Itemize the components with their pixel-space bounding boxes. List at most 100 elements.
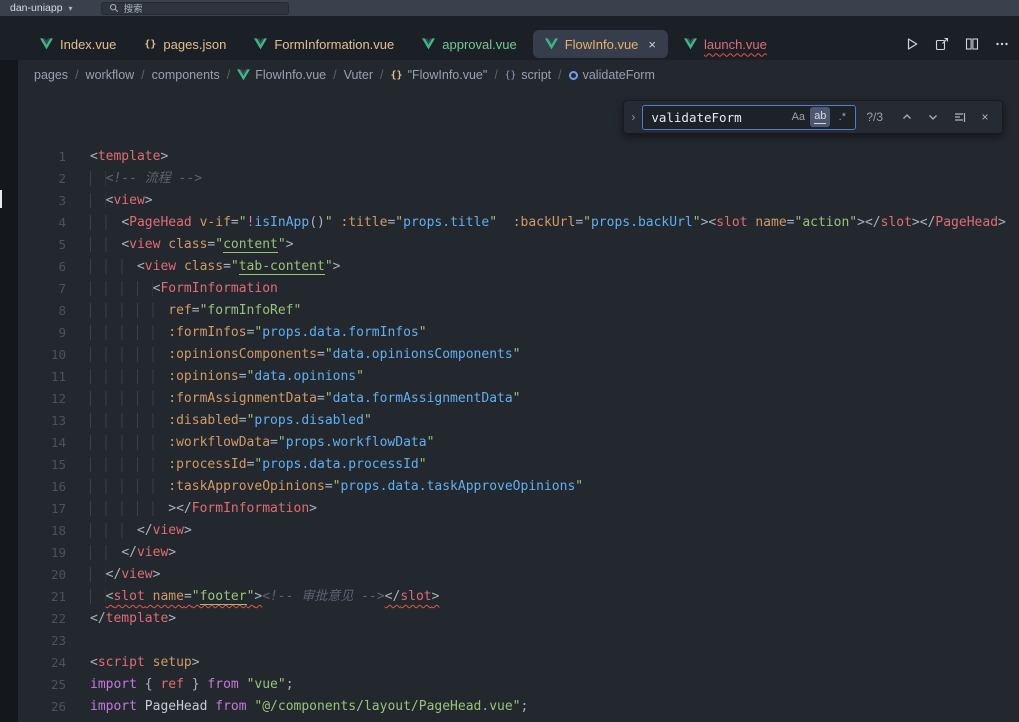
breadcrumb-item-pages[interactable]: pages [34,68,68,82]
code-line-20[interactable]: 20 </view> [18,564,1019,586]
code-line-11[interactable]: 11 :opinions="data.opinions" [18,366,1019,388]
json-braces-icon: {} [391,70,403,81]
search-icon [109,3,119,13]
code-line-19[interactable]: 19 </view> [18,542,1019,564]
breadcrumb-label: "FlowInfo.vue" [408,68,488,82]
line-number[interactable]: 22 [18,608,66,630]
regex-button[interactable]: .* [832,107,852,127]
line-number[interactable]: 1 [18,146,66,168]
toggle-replace-button[interactable]: › [624,101,642,133]
code-line-13[interactable]: 13 :disabled="props.disabled" [18,410,1019,432]
find-in-selection-button[interactable] [948,106,970,128]
tab-forminformation-vue[interactable]: FormInformation.vue [242,30,406,58]
line-number[interactable]: 2 [18,168,66,190]
line-number[interactable]: 20 [18,564,66,586]
tab-approval-vue[interactable]: approval.vue [410,30,528,58]
tab-close-icon[interactable]: × [648,37,656,52]
line-number[interactable]: 5 [18,234,66,256]
code-line-25[interactable]: 25import { ref } from "vue"; [18,674,1019,696]
line-number[interactable]: 26 [18,696,66,718]
tab-label: approval.vue [442,37,516,52]
code-line-4[interactable]: 4 <PageHead v-if="!isInApp()" :title="pr… [18,212,1019,234]
code-line-8[interactable]: 8 ref="formInfoRef" [18,300,1019,322]
global-search-box[interactable]: 搜索 [101,2,289,15]
find-widget: › validateForm Aa ab .* ?/3 [623,100,1003,134]
split-editor-button[interactable] [965,37,979,51]
line-number[interactable]: 6 [18,256,66,278]
line-number[interactable]: 4 [18,212,66,234]
line-number[interactable]: 12 [18,388,66,410]
find-next-button[interactable] [922,106,944,128]
line-number[interactable]: 3 [18,190,66,212]
match-case-button[interactable]: Aa [788,107,808,127]
vue-icon [237,69,250,81]
breadcrumb-item-validateform[interactable]: validateForm [569,68,655,82]
line-number[interactable]: 21 [18,586,66,608]
breadcrumb-label: Vuter [344,68,373,82]
breadcrumb-item-workflow[interactable]: workflow [86,68,135,82]
line-number[interactable]: 16 [18,476,66,498]
find-input[interactable]: validateForm Aa ab .* [642,105,856,130]
find-query-text: validateForm [651,110,788,125]
breadcrumb-separator: / [141,68,144,82]
code-line-9[interactable]: 9 :formInfos="props.data.formInfos" [18,322,1019,344]
code-line-6[interactable]: 6 <view class="tab-content"> [18,256,1019,278]
whole-word-button[interactable]: ab [810,107,830,127]
json-braces-icon: {} [144,39,156,50]
line-number[interactable]: 7 [18,278,66,300]
code-line-3[interactable]: 3 <view> [18,190,1019,212]
tab-label: Index.vue [60,37,116,52]
breadcrumb-separator: / [558,68,561,82]
line-number[interactable]: 10 [18,344,66,366]
find-previous-button[interactable] [896,106,918,128]
breadcrumb-item--flowinfo-vue-[interactable]: {} "FlowInfo.vue" [391,68,488,82]
code-lines: 1<template>2 <!-- 流程 -->3 <view>4 <PageH… [18,146,1019,718]
code-line-10[interactable]: 10 :opinionsComponents="data.opinionsCom… [18,344,1019,366]
line-number[interactable]: 25 [18,674,66,696]
breadcrumb-item-components[interactable]: components [152,68,220,82]
titlebar: dan-uniapp ▾ 搜索 [0,0,1019,16]
code-line-17[interactable]: 17 ></FormInformation> [18,498,1019,520]
line-number[interactable]: 23 [18,630,66,652]
find-close-button[interactable]: × [974,106,996,128]
breadcrumb-item-flowinfo-vue[interactable]: FlowInfo.vue [237,68,326,82]
code-line-23[interactable]: 23 [18,630,1019,652]
tab-launch-vue[interactable]: launch.vue [672,30,779,58]
code-line-2[interactable]: 2 <!-- 流程 --> [18,168,1019,190]
code-line-15[interactable]: 15 :processId="props.data.processId" [18,454,1019,476]
more-actions-button[interactable] [995,37,1009,51]
code-line-1[interactable]: 1<template> [18,146,1019,168]
tab-pages-json[interactable]: {}pages.json [132,30,238,58]
code-line-22[interactable]: 22</template> [18,608,1019,630]
breadcrumb-label: script [521,68,551,82]
open-preview-button[interactable] [935,37,949,51]
project-menu[interactable]: dan-uniapp ▾ [10,2,73,14]
tab-index-vue[interactable]: Index.vue [28,30,128,58]
line-number[interactable]: 17 [18,498,66,520]
line-number[interactable]: 14 [18,432,66,454]
code-line-16[interactable]: 16 :taskApproveOpinions="props.data.task… [18,476,1019,498]
line-number[interactable]: 18 [18,520,66,542]
tab-flowinfo-vue[interactable]: FlowInfo.vue× [533,30,668,58]
line-number[interactable]: 19 [18,542,66,564]
code-line-21[interactable]: 21 <slot name="footer"><!-- 审批意见 --></sl… [18,586,1019,608]
code-line-24[interactable]: 24<script setup> [18,652,1019,674]
code-line-12[interactable]: 12 :formAssignmentData="data.formAssignm… [18,388,1019,410]
breadcrumb-item-vuter[interactable]: Vuter [344,68,373,82]
line-number[interactable]: 15 [18,454,66,476]
breadcrumb-label: validateForm [583,68,655,82]
code-line-26[interactable]: 26import PageHead from "@/components/lay… [18,696,1019,718]
code-line-14[interactable]: 14 :workflowData="props.workflowData" [18,432,1019,454]
line-number[interactable]: 24 [18,652,66,674]
breadcrumb-separator: / [75,68,78,82]
run-button[interactable] [905,37,919,51]
code-editor[interactable]: › validateForm Aa ab .* ?/3 [18,90,1019,722]
line-number[interactable]: 11 [18,366,66,388]
line-number[interactable]: 9 [18,322,66,344]
code-line-18[interactable]: 18 </view> [18,520,1019,542]
breadcrumb-item-script[interactable]: {}script [505,68,551,82]
line-number[interactable]: 8 [18,300,66,322]
code-line-7[interactable]: 7 <FormInformation [18,278,1019,300]
line-number[interactable]: 13 [18,410,66,432]
code-line-5[interactable]: 5 <view class="content"> [18,234,1019,256]
